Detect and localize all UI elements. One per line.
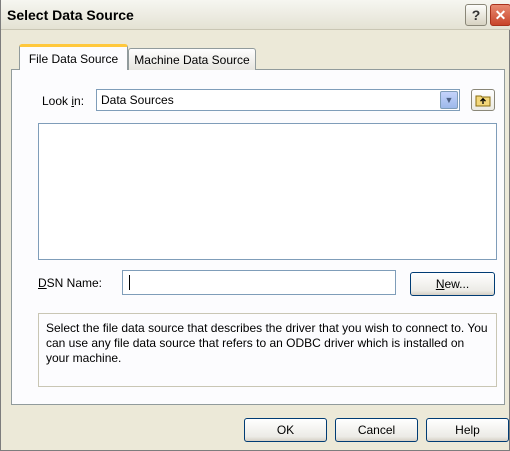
ok-button[interactable]: OK bbox=[244, 418, 327, 442]
tab-machine-data-source-label: Machine Data Source bbox=[134, 52, 250, 67]
file-list[interactable] bbox=[38, 123, 497, 260]
tab-file-data-source-label: File Data Source bbox=[28, 51, 119, 66]
select-data-source-dialog: Select Data Source ? ✕ File Data Source … bbox=[0, 0, 510, 451]
look-in-dropdown[interactable]: Data Sources ▼ bbox=[96, 89, 460, 111]
look-in-value: Data Sources bbox=[101, 93, 174, 107]
cancel-button[interactable]: Cancel bbox=[335, 418, 418, 442]
tab-file-data-source[interactable]: File Data Source bbox=[19, 44, 128, 70]
dsn-name-input[interactable] bbox=[122, 270, 396, 295]
tab-machine-data-source[interactable]: Machine Data Source bbox=[128, 48, 256, 70]
description-box: Select the file data source that describ… bbox=[38, 313, 497, 387]
help-button[interactable]: Help bbox=[426, 418, 509, 442]
title-bar[interactable]: Select Data Source ? ✕ bbox=[1, 0, 510, 30]
chevron-down-icon[interactable]: ▼ bbox=[440, 91, 458, 109]
up-one-level-button[interactable] bbox=[471, 89, 495, 111]
dsn-name-label: DSN Name: bbox=[38, 276, 103, 290]
new-button[interactable]: New... bbox=[410, 272, 495, 296]
up-folder-icon bbox=[475, 95, 491, 107]
dialog-title: Select Data Source bbox=[7, 7, 134, 23]
close-button[interactable]: ✕ bbox=[490, 4, 510, 26]
help-title-button[interactable]: ? bbox=[465, 4, 487, 26]
text-caret bbox=[129, 275, 130, 290]
question-mark-icon: ? bbox=[471, 7, 481, 23]
description-text: Select the file data source that describ… bbox=[46, 321, 488, 365]
close-icon: ✕ bbox=[494, 6, 507, 23]
look-in-label: Look in: bbox=[42, 94, 85, 108]
